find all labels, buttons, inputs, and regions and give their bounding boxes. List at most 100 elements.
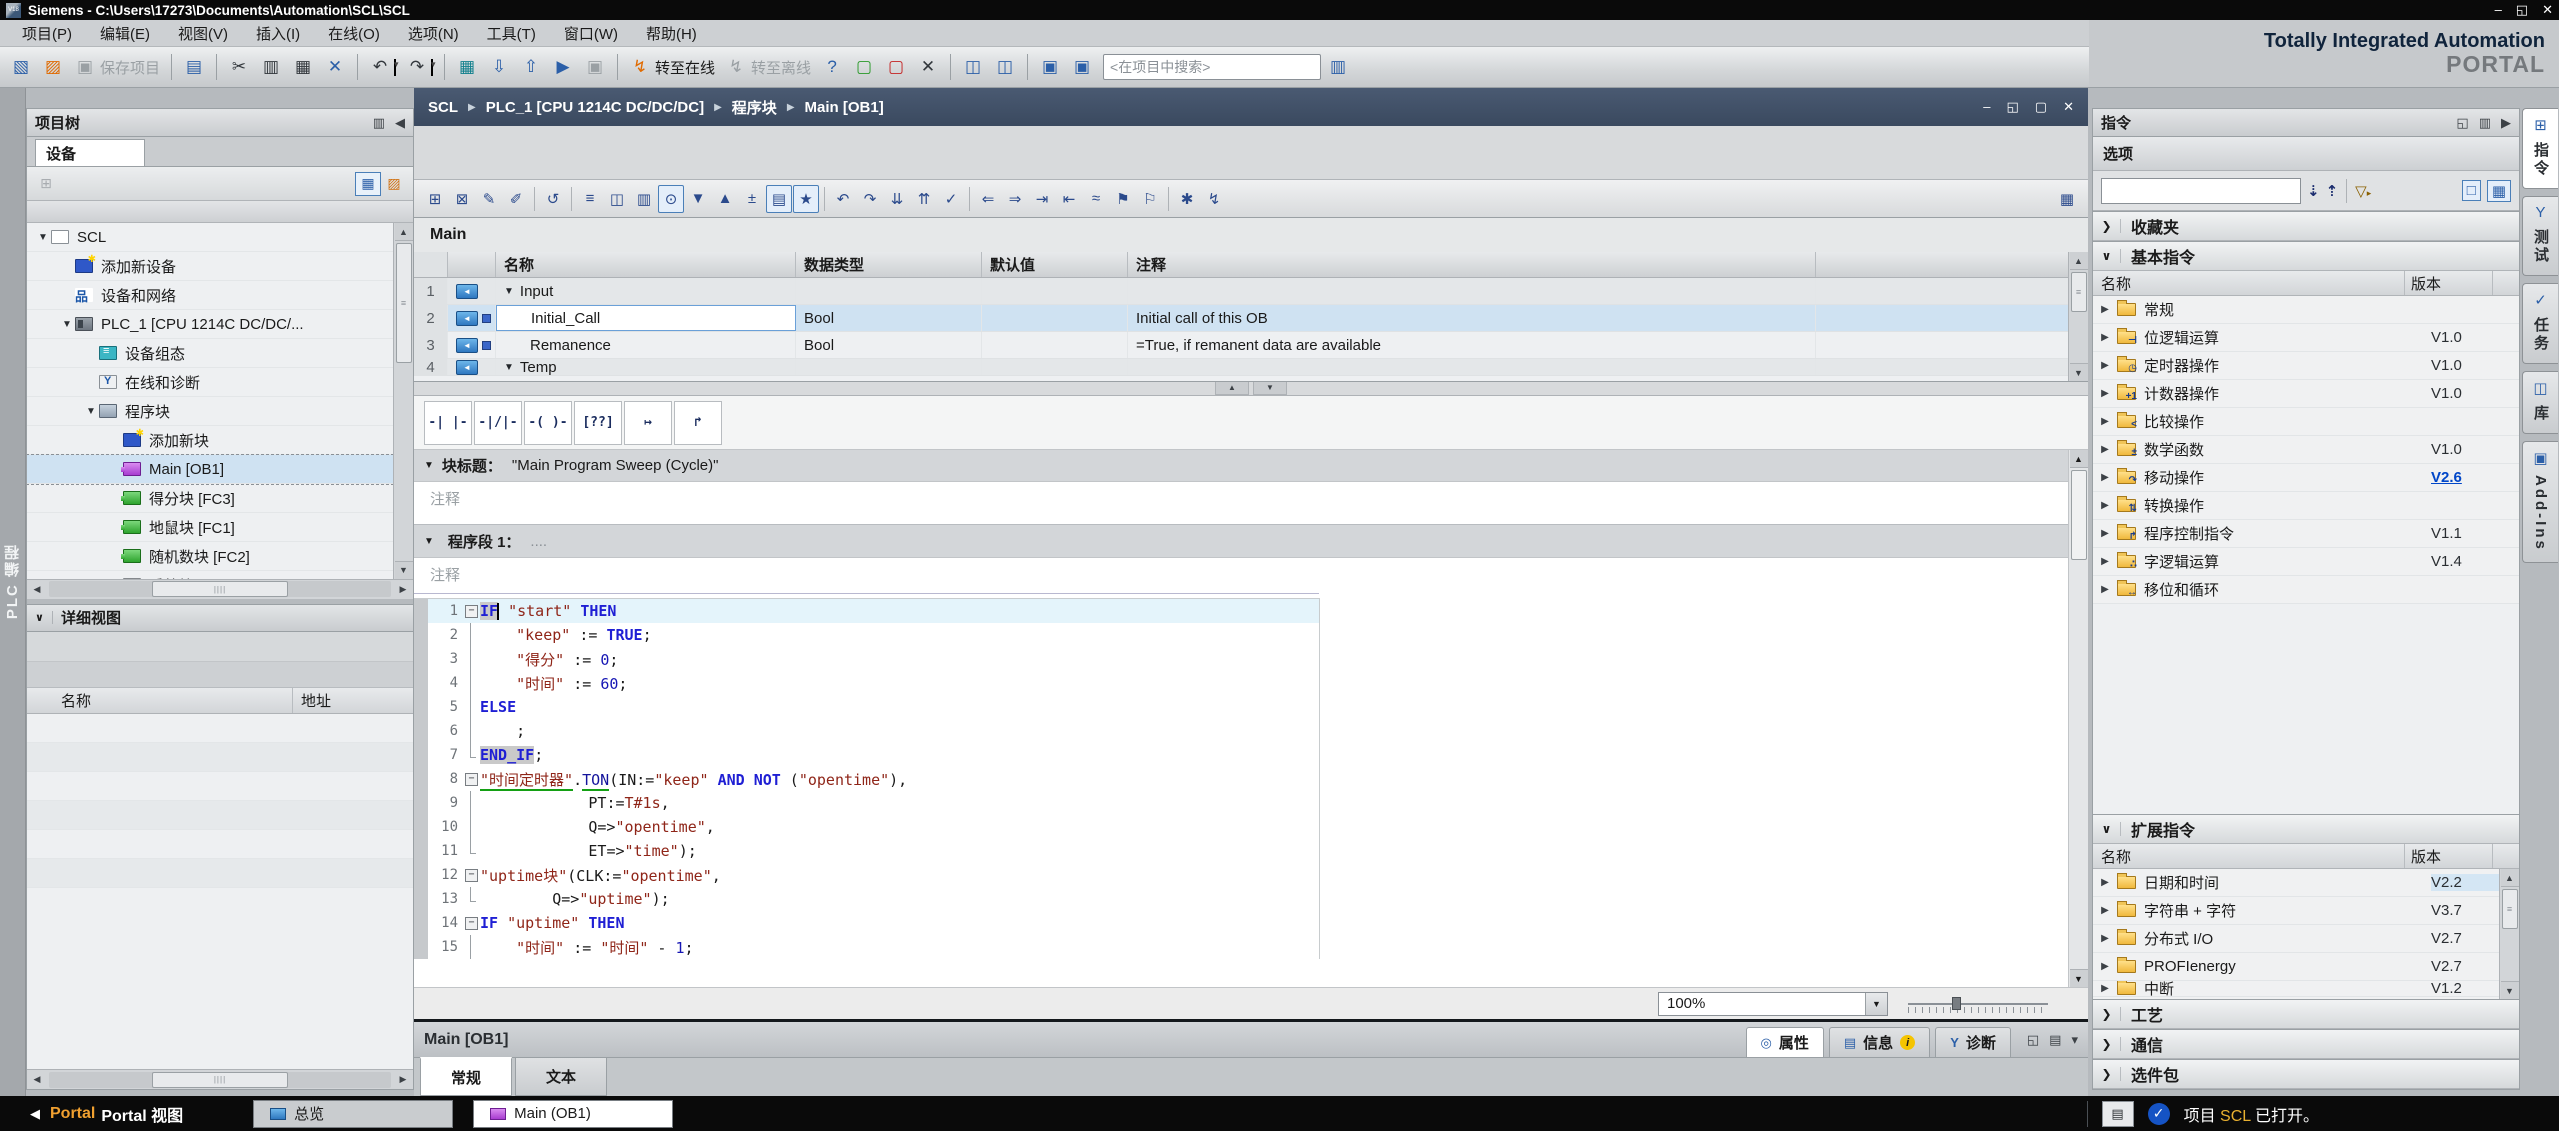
- minimize-window-icon[interactable]: –: [2495, 2, 2502, 18]
- overview-button[interactable]: 总览: [253, 1100, 453, 1128]
- undo-button[interactable]: ↶▾: [365, 52, 400, 82]
- minimize-editor-icon[interactable]: –: [1983, 99, 1990, 115]
- collapsed-arrow-icon[interactable]: ▶: [2093, 416, 2117, 427]
- col-comment[interactable]: 注释: [1128, 252, 1816, 277]
- split-editor-horizontal-button[interactable]: ◫: [958, 52, 988, 82]
- col-version[interactable]: 版本: [2405, 271, 2493, 295]
- code-line-11[interactable]: 11 ET=>"time");: [414, 839, 1319, 863]
- scrollbar-thumb[interactable]: ||||: [152, 1072, 289, 1088]
- instruction-----[interactable]: ▶⇅转换操作: [2093, 492, 2519, 520]
- memory-card-icon[interactable]: ▤: [2102, 1101, 2134, 1127]
- col-version[interactable]: 版本: [2405, 844, 2493, 868]
- network-1-header[interactable]: ▼ 程序段 1： ....: [414, 524, 2088, 558]
- group-arrow-icon[interactable]: ▼: [504, 286, 514, 297]
- scroll-up-icon[interactable]: ▲: [395, 223, 413, 241]
- code-text[interactable]: "时间定时器".TON(IN:="keep" AND NOT ("opentim…: [480, 769, 907, 790]
- expand-panel-icon[interactable]: ▶: [2501, 115, 2511, 131]
- code-line-8[interactable]: 8"时间定时器".TON(IN:="keep" AND NOT ("openti…: [414, 767, 1319, 791]
- open-branch-button[interactable]: ↦: [624, 401, 672, 445]
- delete-button[interactable]: ✕: [320, 52, 350, 82]
- section-favorites[interactable]: ❯ 收藏夹: [2093, 211, 2519, 241]
- scroll-left-icon[interactable]: ◀: [27, 580, 47, 598]
- syntax-check-button[interactable]: ✓: [938, 185, 964, 213]
- collapse-block-title-icon[interactable]: ▼: [424, 460, 434, 471]
- code-text[interactable]: "uptime块"(CLK:="opentime",: [480, 865, 721, 886]
- menu-h[interactable]: 帮助(H): [632, 20, 711, 47]
- expand-section-icon[interactable]: ❯: [2093, 1067, 2121, 1081]
- subtab-general[interactable]: 常规: [420, 1057, 512, 1096]
- bookmark-prev-button[interactable]: ⚐: [1137, 185, 1163, 213]
- keep-layout-button[interactable]: ▣: [1035, 52, 1065, 82]
- split-view-button[interactable]: ◫: [604, 185, 630, 213]
- cut-button[interactable]: ✂: [224, 52, 254, 82]
- code-text[interactable]: PT:=T#1s,: [480, 794, 670, 812]
- expand-section-icon[interactable]: ❯: [2093, 219, 2121, 233]
- reset-start-values-button[interactable]: ↺: [540, 185, 566, 213]
- detail-horizontal-scrollbar[interactable]: ◀ |||| ▶: [27, 1069, 413, 1089]
- online-diagnostics-button[interactable]: ?: [817, 52, 847, 82]
- instruction-----[interactable]: ▶↷移动操作V2.6: [2093, 464, 2519, 492]
- call-environment-button[interactable]: ↯: [1201, 185, 1227, 213]
- scroll-up-icon[interactable]: ▲: [2070, 252, 2088, 270]
- tree-item----[interactable]: ▼程序块: [27, 397, 413, 426]
- previous-error-button[interactable]: ↶: [830, 185, 856, 213]
- filter-icon[interactable]: ▽▸: [2355, 182, 2371, 200]
- collapsed-arrow-icon[interactable]: ▶: [2093, 933, 2117, 944]
- paste-button[interactable]: ▦: [288, 52, 318, 82]
- code-line-9[interactable]: 9 PT:=T#1s,: [414, 791, 1319, 815]
- block-interface-button[interactable]: ▥: [631, 185, 657, 213]
- variable-comment-cell[interactable]: [1128, 359, 1816, 375]
- detail-col-name[interactable]: 名称: [27, 688, 293, 713]
- rail-tab-add-ins[interactable]: ▣Add-Ins: [2522, 441, 2558, 563]
- collapsed-arrow-icon[interactable]: ▶: [2093, 528, 2117, 539]
- code-line-4[interactable]: 4 "时间" := 60;: [414, 671, 1319, 695]
- section-basic-instructions[interactable]: ∨ 基本指令: [2093, 241, 2519, 271]
- menu-o[interactable]: 在线(O): [314, 20, 394, 47]
- code-text[interactable]: ELSE: [480, 698, 516, 716]
- menu-n[interactable]: 选项(N): [394, 20, 473, 47]
- code-text[interactable]: END_IF;: [480, 746, 543, 764]
- menu-i[interactable]: 插入(I): [242, 20, 314, 47]
- next-error-button[interactable]: ↷: [857, 185, 883, 213]
- tab-info[interactable]: ▤ 信息 i: [1829, 1027, 1930, 1057]
- collapsed-arrow-icon[interactable]: ▶: [2093, 500, 2117, 511]
- collapsed-arrow-icon[interactable]: ▶: [2093, 332, 2117, 343]
- code-line-10[interactable]: 10 Q=>"opentime",: [414, 815, 1319, 839]
- instruction------[interactable]: ▶日期和时间V2.2: [2093, 869, 2519, 897]
- zoom-slider-handle[interactable]: [1952, 997, 1961, 1010]
- collapse-panel-icon[interactable]: ◀: [395, 115, 405, 131]
- tree-item------[interactable]: 设备和网络: [27, 281, 413, 310]
- scrollbar-thumb[interactable]: [2071, 470, 2087, 560]
- interface-row[interactable]: 4◄▼Temp: [414, 359, 2088, 376]
- scroll-left-icon[interactable]: ◀: [27, 1071, 47, 1089]
- tab-properties[interactable]: ◎ 属性: [1746, 1027, 1824, 1057]
- redo-button[interactable]: ↷▾: [402, 52, 437, 82]
- interface-row[interactable]: 1◄▼Input: [414, 278, 2088, 305]
- go-to-next-button[interactable]: ⇒: [1002, 185, 1028, 213]
- fold-toggle-icon[interactable]: [462, 767, 480, 791]
- tree-item-plc_1--cpu-1214c-dc-dc----[interactable]: ▼PLC_1 [CPU 1214C DC/DC/...: [27, 310, 413, 339]
- code-line-15[interactable]: 15 "时间" := "时间" - 1;: [414, 935, 1319, 959]
- section-technology[interactable]: ❯ 工艺: [2093, 999, 2519, 1029]
- col-datatype[interactable]: 数据类型: [796, 252, 982, 277]
- instruction-profienergy[interactable]: ▶PROFIenergyV2.7: [2093, 953, 2519, 981]
- collapse-inspector-icon[interactable]: ▾: [2071, 1032, 2078, 1048]
- project-library-button[interactable]: ▥: [1323, 52, 1353, 82]
- maximize-editor-icon[interactable]: ▢: [2035, 99, 2047, 115]
- code-text[interactable]: "时间" := 60;: [480, 673, 627, 694]
- extended-vertical-scrollbar[interactable]: ▲ ≡ ▼: [2499, 869, 2519, 999]
- code-line-13[interactable]: 13 Q=>"uptime");: [414, 887, 1319, 911]
- breadcrumb-segment[interactable]: PLC_1 [CPU 1214C DC/DC/DC]: [486, 99, 704, 116]
- instruction-------[interactable]: ▶↱程序控制指令V1.1: [2093, 520, 2519, 548]
- tree-item------[interactable]: 在线和诊断: [27, 368, 413, 397]
- collapsed-arrow-icon[interactable]: ▶: [2093, 584, 2117, 595]
- absolute-symbolic-button[interactable]: ±: [739, 185, 765, 213]
- expanded-arrow-icon[interactable]: ▼: [35, 232, 51, 243]
- code-text[interactable]: IF "start" THEN: [480, 602, 616, 620]
- outdent-button[interactable]: ⇤: [1056, 185, 1082, 213]
- start-simulation-button[interactable]: ▣: [580, 52, 610, 82]
- stop-runtime-button[interactable]: ▢: [881, 52, 911, 82]
- show-favorites-button[interactable]: ★: [793, 185, 819, 213]
- start-runtime-button[interactable]: ▢: [849, 52, 879, 82]
- interface-row[interactable]: 2◄Initial_CallBoolInitial call of this O…: [414, 305, 2088, 332]
